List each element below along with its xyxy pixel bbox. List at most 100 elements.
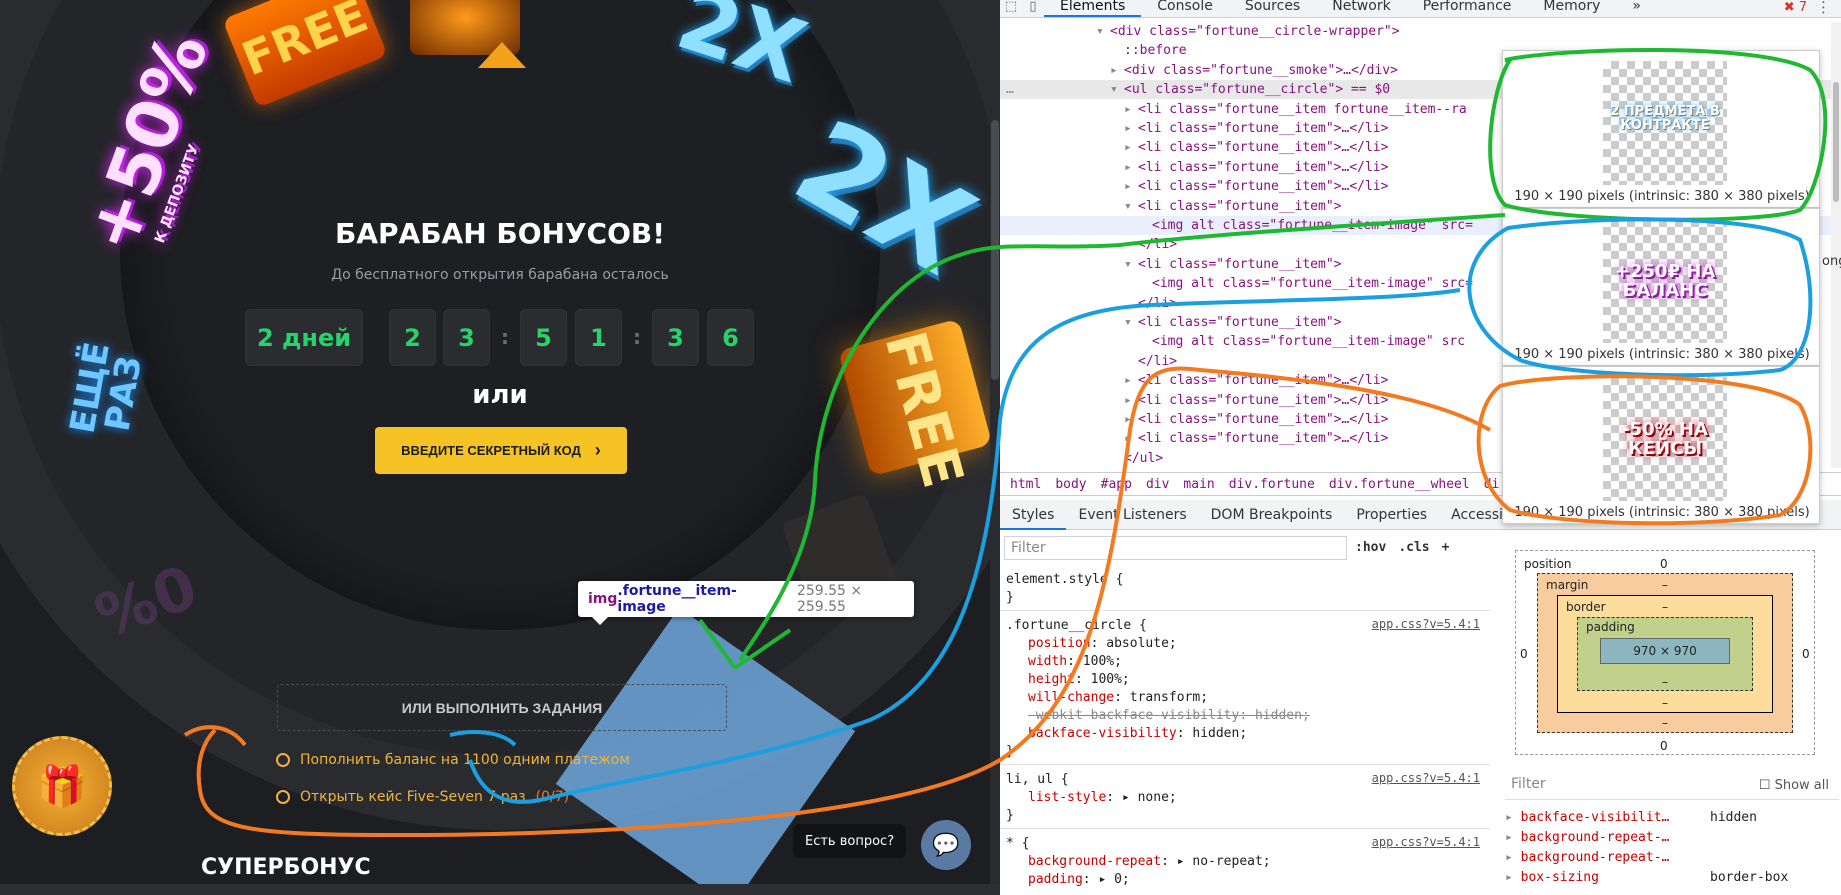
tasks-button[interactable]: ИЛИ ВЫПОЛНИТЬ ЗАДАНИЯ (277, 684, 727, 731)
css-prop: -webkit-backface-visibility (1028, 708, 1240, 723)
css-value: hidden; (1254, 708, 1310, 723)
chat-icon[interactable]: 💬 (921, 820, 971, 870)
tab-network[interactable]: Network (1316, 0, 1406, 17)
new-rule-icon[interactable]: + (1442, 540, 1450, 555)
tab-console[interactable]: Console (1141, 0, 1229, 17)
box-value: 0 (1802, 647, 1810, 661)
rule-source-link[interactable]: app.css?v=5.4:1 (1372, 617, 1480, 631)
breadcrumb-item[interactable]: div.fortune (1229, 477, 1315, 492)
css-prop: height (1028, 672, 1075, 687)
computed-property[interactable]: ▸ background-repeat-… (1505, 848, 1669, 868)
tab-properties[interactable]: Properties (1344, 500, 1439, 530)
css-declaration[interactable]: height: 100%; (1028, 671, 1130, 689)
expand-triangle-icon[interactable]: ▾ (1110, 80, 1118, 99)
task-item[interactable]: Открыть кейс Five-Seven 7 раз (0/7) (276, 789, 569, 805)
tabs-more-icon[interactable]: » (1616, 0, 1657, 17)
expand-triangle-icon[interactable]: ▸ (1124, 429, 1132, 448)
breadcrumb-item[interactable]: div (1146, 477, 1169, 492)
breadcrumb-item[interactable]: di (1484, 477, 1500, 492)
css-declaration[interactable]: list-style: ▸ none; (1028, 789, 1177, 807)
rule-close: } (1006, 590, 1014, 605)
dom-node-markup: <li class="fortune__item">…</li> (1138, 431, 1389, 447)
expand-triangle-icon[interactable]: ▸ (1124, 177, 1132, 196)
question-label[interactable]: Есть вопрос? (793, 824, 907, 858)
image-preview-card: +250₽ НА БАЛАНС 190 × 190 pixels (intrin… (1502, 208, 1820, 366)
timer-digit: 1 (575, 309, 622, 366)
error-count-badge[interactable]: ✖ 7 (1784, 0, 1807, 15)
expand-triangle-icon[interactable]: ▸ (1124, 100, 1132, 119)
tab-memory[interactable]: Memory (1527, 0, 1616, 17)
dom-node[interactable]: ▾ <div class="fortune__circle-wrapper"> (1000, 22, 1841, 41)
rule-selector[interactable]: .fortune__circle { (1006, 617, 1147, 635)
computed-property[interactable]: ▸ box-sizing border-box (1505, 868, 1788, 888)
device-toggle-icon[interactable]: ▯ (1022, 0, 1044, 17)
rule-selector[interactable]: * { (1006, 835, 1029, 853)
rule-source-link[interactable]: app.css?v=5.4:1 (1372, 771, 1480, 785)
dom-node-markup: </li> (1138, 237, 1178, 253)
css-declaration[interactable]: width: 100%; (1028, 653, 1122, 671)
tab-elements[interactable]: Elements (1044, 0, 1142, 17)
task-text: Пополнить баланс на 1100 одним платежом (300, 752, 630, 768)
styles-filter-input[interactable]: Filter (1004, 536, 1347, 560)
expand-triangle-icon[interactable]: ▸ (1124, 410, 1132, 429)
css-declaration[interactable]: background-repeat: ▸ no-repeat; (1028, 853, 1271, 871)
css-prop: padding (1028, 872, 1083, 887)
expand-triangle-icon[interactable]: ▸ (1110, 61, 1118, 80)
expand-triangle-icon[interactable]: ▾ (1096, 22, 1104, 41)
cls-toggle[interactable]: .cls (1398, 540, 1429, 555)
breadcrumb-item[interactable]: main (1183, 477, 1214, 492)
expand-triangle-icon[interactable]: ▾ (1124, 197, 1132, 216)
breadcrumb-item[interactable]: #app (1101, 477, 1132, 492)
site-horizontal-scrollbar[interactable] (0, 884, 1000, 895)
expand-triangle-icon[interactable]: ▸ (1124, 371, 1132, 390)
dom-scrollbar-thumb[interactable] (1833, 82, 1839, 202)
expand-triangle-icon[interactable]: ▾ (1124, 255, 1132, 274)
tab-event-listeners[interactable]: Event Listeners (1066, 500, 1198, 530)
expand-triangle-icon[interactable]: ▸ (1124, 391, 1132, 410)
devtools-panel: ⬚ ▯ Elements Console Sources Network Per… (1000, 0, 1841, 895)
image-preview-card: 2 ПРЕДМЕТА В КОНТРАКТЕ 190 × 190 pixels … (1502, 50, 1820, 208)
element-style-rule[interactable]: element.style { (1006, 571, 1123, 589)
css-declaration-overridden[interactable]: -webkit-backface-visibility: hidden; (1028, 707, 1310, 725)
tab-styles[interactable]: Styles (1000, 500, 1067, 530)
computed-property[interactable]: ▸ backface-visibilit… hidden (1505, 808, 1757, 828)
dom-node-ellipsis[interactable]: … (1006, 80, 1014, 99)
gift-icon[interactable]: 🎁 (12, 736, 112, 836)
breadcrumb-item[interactable]: div.fortune__wheel (1329, 477, 1470, 492)
computed-prop-name: box-sizing (1520, 870, 1599, 885)
preview-art-text: -50% НА КЕЙСЫ (1622, 419, 1708, 459)
breadcrumb-item[interactable]: body (1055, 477, 1086, 492)
expand-triangle-icon[interactable]: ▾ (1124, 313, 1132, 332)
clipped-text: ong (1822, 254, 1841, 269)
css-declaration[interactable]: padding: ▸ 0; (1028, 871, 1130, 889)
chat-glyph: 💬 (932, 832, 960, 858)
tab-sources[interactable]: Sources (1229, 0, 1316, 17)
expand-triangle-icon[interactable]: ▸ (1124, 158, 1132, 177)
kebab-menu-icon[interactable]: ⋮ (1816, 0, 1831, 16)
rule-selector[interactable]: li, ul { (1006, 771, 1069, 789)
css-value: absolute; (1106, 636, 1177, 651)
css-declaration[interactable]: position: absolute; (1028, 635, 1177, 653)
dom-scrollbar[interactable] (1831, 22, 1841, 468)
dom-node-markup: <img alt class="fortune__item-image" src… (1152, 218, 1473, 233)
tab-performance[interactable]: Performance (1407, 0, 1528, 17)
timer-caption: До бесплатного открытия барабана осталос… (331, 267, 669, 283)
computed-filter-input[interactable]: Filter ☐ Show all (1505, 776, 1839, 800)
site-scrollbar[interactable] (990, 0, 1000, 895)
dom-node-markup: <li class="fortune__item"> (1138, 256, 1342, 272)
secret-code-button[interactable]: ВВЕДИТЕ СЕКРЕТНЫЙ КОД › (375, 427, 627, 474)
expand-triangle-icon[interactable]: ▸ (1124, 119, 1132, 138)
computed-property[interactable]: ▸ background-repeat-… (1505, 828, 1669, 848)
css-declaration[interactable]: backface-visibility: hidden; (1028, 725, 1247, 743)
hov-toggle[interactable]: :hov (1355, 540, 1386, 555)
rule-source-link[interactable]: app.css?v=5.4:1 (1372, 835, 1480, 849)
timer-digit: 3 (652, 309, 699, 366)
task-item[interactable]: Пополнить баланс на 1100 одним платежом (276, 752, 630, 768)
show-all-checkbox[interactable]: ☐ Show all (1759, 778, 1829, 793)
breadcrumb-item[interactable]: html (1010, 477, 1041, 492)
tab-dom-breakpoints[interactable]: DOM Breakpoints (1199, 500, 1345, 530)
expand-triangle-icon[interactable]: ▸ (1124, 138, 1132, 157)
site-scrollbar-thumb[interactable] (991, 120, 999, 380)
css-declaration[interactable]: will-change: transform; (1028, 689, 1208, 707)
inspect-cursor-icon[interactable]: ⬚ (1000, 0, 1022, 17)
